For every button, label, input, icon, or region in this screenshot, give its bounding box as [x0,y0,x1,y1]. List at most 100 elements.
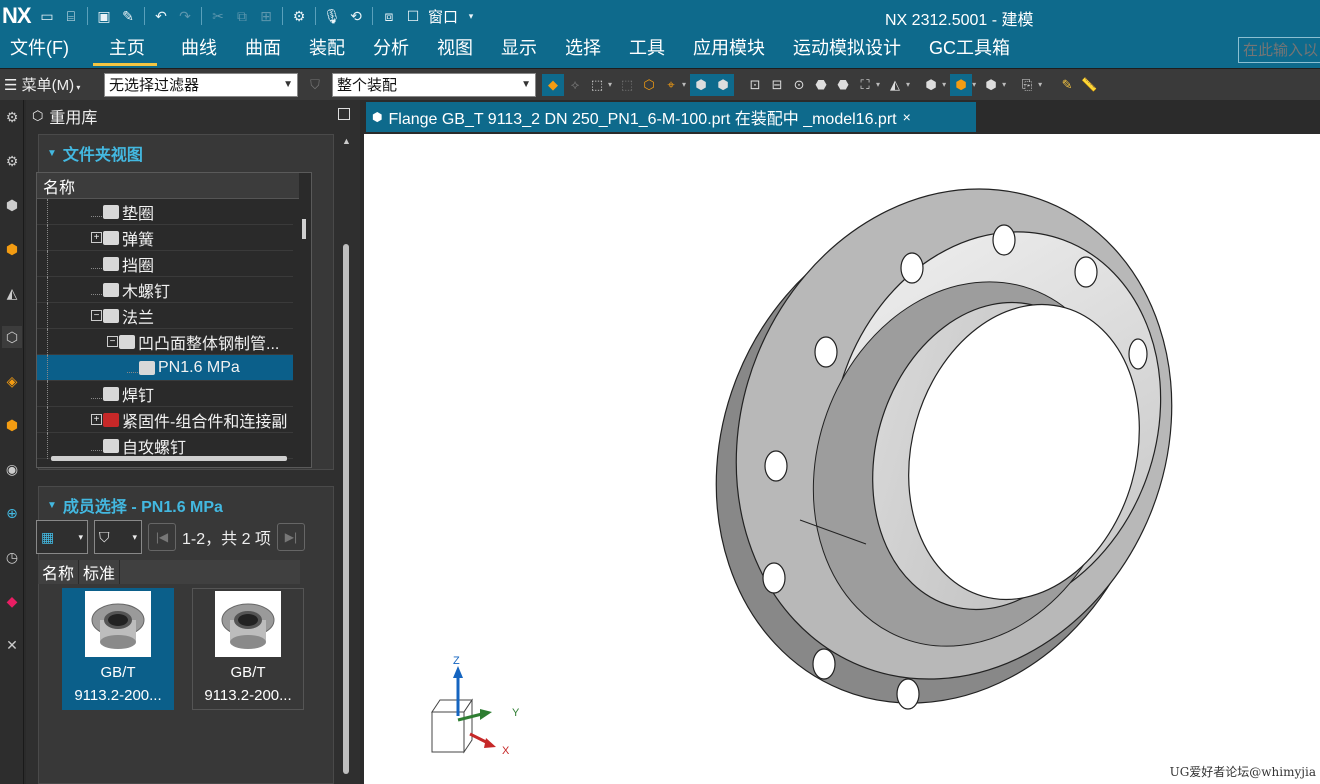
copy-icon[interactable]: ⧉ [231,5,253,27]
new-file-icon[interactable]: ▭ [36,5,58,27]
bolt-hole[interactable] [1128,338,1148,370]
tab-motion[interactable]: 运动模拟设计 [779,34,915,68]
snap-icon[interactable]: ⟡ [564,74,586,96]
menu-button[interactable]: ☰ 菜单(M) ▾ [0,74,104,95]
history-icon[interactable]: ◭ [2,282,22,304]
expand-toggle-icon[interactable]: + [91,232,102,243]
microphone-icon[interactable]: 🎙 [321,5,343,27]
assembly-navigator-icon[interactable]: ⚙ [2,150,22,172]
window-menu[interactable]: 窗口 [428,6,458,27]
tree-horizontal-scrollbar[interactable] [51,456,287,461]
bolt-hole[interactable] [814,336,838,368]
save-icon[interactable]: ▣ [93,5,115,27]
select-feature-icon[interactable]: ◆ [542,73,564,96]
column-standard[interactable]: 标准 [79,560,121,584]
bolt-hole[interactable] [812,648,836,680]
point-snap-icon[interactable]: ⌖ [660,74,682,96]
brush-icon[interactable]: ✎ [1056,74,1078,96]
previous-page-button[interactable]: |◀ [148,523,176,551]
tab-home[interactable]: 主页 [83,34,167,68]
expand-toggle-icon[interactable]: − [107,336,118,347]
cube-view-2-icon[interactable]: ⬢ [712,73,735,96]
expand-toggle-icon[interactable]: + [91,414,102,425]
bolt-hole[interactable] [762,562,786,594]
component-icon[interactable]: ⬡ [638,74,660,96]
tree-item[interactable]: 挡圈 [37,250,293,277]
member-select-header[interactable]: ▼ 成员选择 - PN1.6 MPa [39,487,333,523]
selection-scope-combo[interactable]: 整个装配 ▼ [332,72,536,97]
touch-mode-icon[interactable]: ⚙ [288,5,310,27]
member-card-2[interactable]: GB/T 9113.2-200... [192,588,304,710]
scroll-up-icon[interactable]: ▲ [342,136,351,146]
cube-view-icon[interactable]: ⬢ [690,73,713,96]
wireframe-icon[interactable]: ⬣ [832,74,854,96]
tree-item[interactable]: − 凹凸面整体钢制管... [37,328,293,355]
tree-item[interactable]: − 法兰 [37,302,293,329]
tab-render[interactable]: 显示 [487,34,551,68]
tab-application[interactable]: 应用模块 [679,34,779,68]
column-name[interactable]: 名称 [38,560,80,584]
folder-view-header[interactable]: ▼ 文件夹视图 [39,135,333,171]
tree-item[interactable]: 垫圈 [37,198,293,225]
snap-center-icon[interactable]: ⊙ [788,74,810,96]
reuse-library-icon[interactable]: ⬡ [2,326,22,348]
bolt-hole[interactable] [992,224,1016,256]
bolt-hole[interactable] [900,252,924,284]
tree-column-header[interactable]: 名称 [37,173,299,199]
chevron-down-icon[interactable]: ▾ [906,80,910,89]
tree-item[interactable]: + 紧固件-组合件和连接副 [37,406,293,433]
tab-file[interactable]: 文件(F) [0,34,83,68]
tree-item[interactable]: PN1.6 MPa [37,354,293,381]
edit-section-icon[interactable]: ⬢ [950,73,973,96]
chevron-down-icon[interactable]: ▾ [942,80,946,89]
chevron-down-icon[interactable]: ▾ [1038,80,1042,89]
constraint-navigator-icon[interactable]: ⬢ [2,194,22,216]
tree-item[interactable]: 焊钉 [37,380,293,407]
tab-select[interactable]: 选择 [551,34,615,68]
window-icon[interactable]: ☐ [402,5,424,27]
tab-gc-toolkit[interactable]: GC工具箱 [915,34,1024,68]
next-page-button[interactable]: ▶| [276,523,305,551]
measure-icon[interactable]: 📏 [1078,74,1100,96]
wcs-triad[interactable]: Z Y X [431,655,520,757]
select-group-icon[interactable]: ⬚ [616,74,638,96]
web-browser-icon[interactable]: ⬢ [2,414,22,436]
save-as-icon[interactable]: ✎ [117,5,139,27]
chevron-down-icon[interactable]: ▾ [972,80,976,89]
tree-item[interactable]: + 弹簧 [37,224,293,251]
tab-analysis[interactable]: 分析 [359,34,423,68]
chevron-down-icon[interactable]: ▾ [876,80,880,89]
maximize-panel-icon[interactable] [338,108,350,120]
chevron-down-icon[interactable]: ▾ [682,80,686,89]
select-body-icon[interactable]: ⬚ [586,74,608,96]
close-icon[interactable]: × [903,109,911,125]
tab-view[interactable]: 视图 [423,34,487,68]
hd3d-icon[interactable]: ◈ [2,370,22,392]
bolt-hole[interactable] [764,450,788,482]
document-tab[interactable]: ⬢ Flange GB_T 9113_2 DN 250_PN1_6-M-100.… [366,102,976,132]
palette-icon[interactable]: ◆ [2,590,22,612]
chevron-down-icon[interactable]: ▾ [460,5,482,27]
chevron-down-icon[interactable]: ▾ [1002,80,1006,89]
scroll-thumb[interactable] [302,219,306,239]
chevron-down-icon[interactable]: ▾ [608,80,612,89]
bolt-hole[interactable] [1074,256,1098,288]
repeat-command-icon[interactable]: ⟲ [345,5,367,27]
globe-icon[interactable]: ⊕ [2,502,22,524]
shaded-icon[interactable]: ⬣ [810,74,832,96]
filter-combo[interactable]: ⛉ ▾ [94,520,142,554]
tab-curve[interactable]: 曲线 [167,34,231,68]
tab-surface[interactable]: 曲面 [231,34,295,68]
view-style-combo[interactable]: ▦ ▾ [36,520,88,554]
tab-tools[interactable]: 工具 [615,34,679,68]
cut-icon[interactable]: ✂ [207,5,229,27]
flange-model[interactable]: Z Y X [364,134,1320,784]
command-search-input[interactable] [1238,37,1320,63]
switch-window-icon[interactable]: ⧈ [378,5,400,27]
settings-icon[interactable]: ⚙ [2,106,22,128]
layer-icon[interactable]: ⬢ [980,74,1002,96]
orient-view-icon[interactable]: ◭ [884,74,906,96]
snap-midpoint-icon[interactable]: ⊟ [766,74,788,96]
show-hide-icon[interactable]: ⎘ [1016,74,1038,96]
fit-view-icon[interactable]: ⛶ [854,74,876,96]
